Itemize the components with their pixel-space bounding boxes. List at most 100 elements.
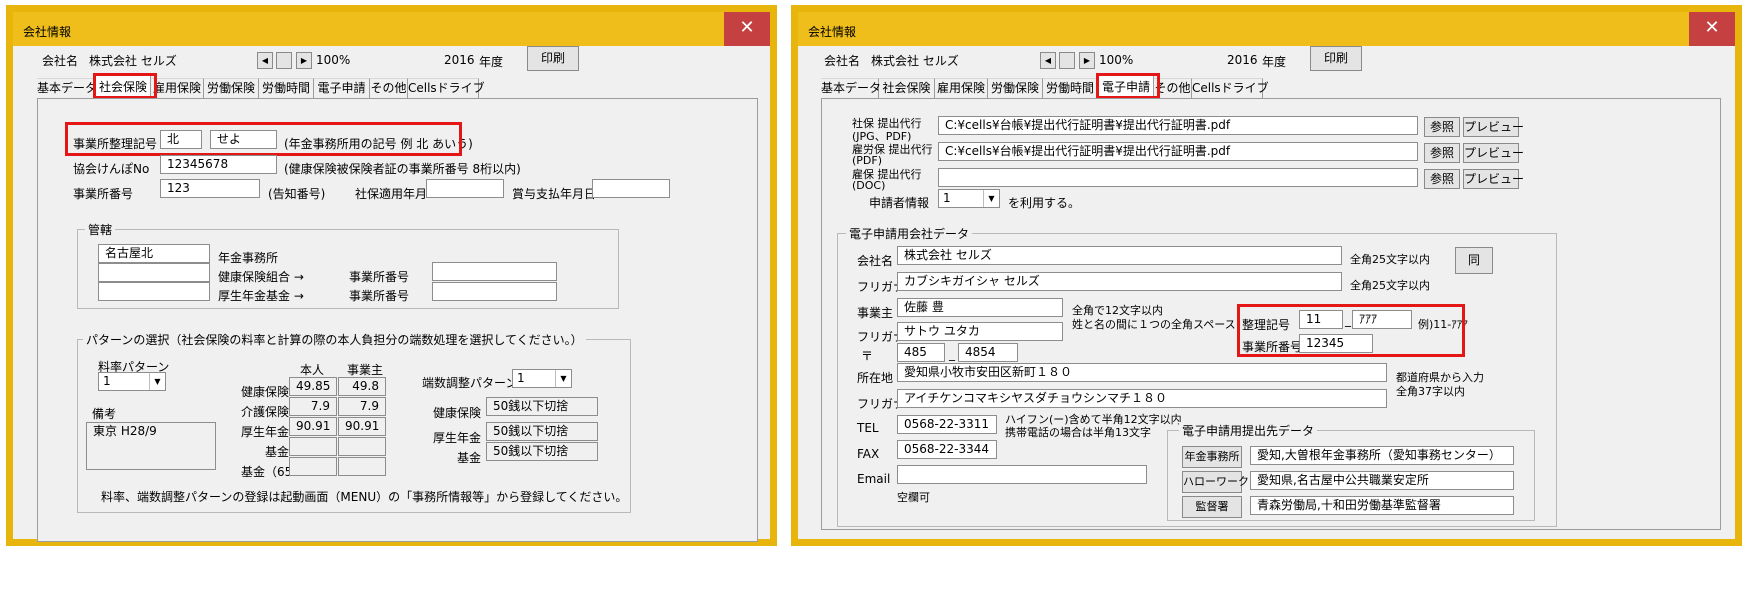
kyokai-field[interactable]: 12345678 [160,155,277,174]
rounding-value: 50銭以下切捨 [486,422,598,441]
zoom-right-arrow-icon[interactable]: ▶ [1079,52,1095,69]
office-code-field-1[interactable]: 北 [160,130,202,149]
company-label: 会社名 [824,54,861,68]
right-window: 会社情報 ✕ 会社名 株式会社 セルズ ◀ ▶ 100% 2016 年度 印刷 … [791,5,1742,546]
owner-field[interactable]: 佐藤 豊 [897,298,1063,317]
company-name: 株式会社 セルズ [89,54,177,68]
health-union-field[interactable] [98,263,210,282]
preview-button[interactable]: プレビュー [1463,169,1524,189]
pension-office-button[interactable]: 年金事務所 [1182,446,1242,468]
preview-button[interactable]: プレビュー [1463,143,1524,163]
tab-employment-insurance[interactable]: 雇用保険 [935,78,988,98]
egov-kana-field[interactable]: カブシキガイシャ セルズ [897,272,1342,291]
pension-fund-label: 厚生年金基金 → [218,289,304,303]
pension-fund-field[interactable] [98,282,210,301]
tel-field[interactable]: 0568-22-3311 [897,415,997,434]
zoom-left-arrow-icon[interactable]: ◀ [257,52,273,69]
email-field[interactable] [897,465,1147,484]
window-title: 会社情報 [23,25,72,39]
tab-social-insurance[interactable]: 社会保険 [95,75,151,99]
same-button[interactable]: 同 [1455,247,1493,274]
chevron-down-icon[interactable]: ▼ [555,370,571,387]
rate-owner-cell [338,457,386,476]
tab-labor-insurance[interactable]: 労働保険 [204,78,259,98]
tab-social-insurance[interactable]: 社会保険 [879,78,935,98]
labor-office-dest-field[interactable]: 青森労働局,十和田労働基準監督署 [1250,496,1514,515]
pension-office-field[interactable]: 名古屋北 [98,244,210,263]
preview-button[interactable]: プレビュー [1463,117,1524,137]
zip-field-2[interactable]: 4854 [958,343,1018,362]
tab-labor-insurance[interactable]: 労働保険 [988,78,1043,98]
address-field[interactable]: 愛知県小牧市安田区新町１８０ [897,363,1387,382]
rounding-row-label: 基金 [457,451,482,465]
owner-kana-field[interactable]: サトウ ユタカ [897,322,1063,341]
rate-row-label: 基金（65 [241,465,293,479]
tab-cells-drive[interactable]: Cellsドライブ [408,78,485,98]
remarks-field[interactable]: 東京 H28/9 [86,422,216,470]
rate-row-label: 基金 [265,445,290,459]
hello-work-dest-field[interactable]: 愛知県,名古屋中公共職業安定所 [1250,471,1514,490]
tab-basic[interactable]: 基本データ [821,78,881,98]
office-number-label: 事業所番号 [73,187,134,201]
bonus-date-label: 賞与支払年月日 [512,187,597,201]
pension-fund-no-field[interactable] [432,282,557,301]
file-path-input[interactable] [938,168,1418,187]
zoom-right-arrow-icon[interactable]: ▶ [296,52,312,69]
tab-working-hours[interactable]: 労働時間 [1043,78,1098,98]
zip-field-1[interactable]: 485 [897,343,945,362]
egov-name-field[interactable]: 株式会社 セルズ [897,246,1342,265]
fiscal-year-label: 年度 [1262,55,1287,69]
browse-button[interactable]: 参照 [1424,169,1460,189]
seiri-example: 例)11-ｱｱｱ [1418,318,1468,331]
seiri-field-1[interactable]: 11 [1299,310,1343,329]
close-icon[interactable]: ✕ [724,12,770,46]
tab-working-hours[interactable]: 労働時間 [259,78,314,98]
health-union-no-field[interactable] [432,262,557,281]
tab-cells-drive[interactable]: Cellsドライブ [1192,78,1269,98]
chevron-down-icon[interactable]: ▼ [149,373,165,390]
right-titlebar[interactable]: 会社情報 ✕ [798,12,1735,46]
pattern-footer-note: 料率、端数調整パターンの登録は起動画面（MENU）の「事務所情報等」から登録して… [101,490,628,504]
tab-e-application[interactable]: 電子申請 [314,78,370,98]
right-tab-strip: 基本データ 社会保険 雇用保険 労働保険 労働時間 電子申請 その他 Cells… [821,75,1271,99]
zoom-left-arrow-icon[interactable]: ◀ [1040,52,1056,69]
fax-field[interactable]: 0568-22-3344 [897,440,997,459]
file-path-input[interactable]: C:¥cells¥台帳¥提出代行証明書¥提出代行証明書.pdf [938,116,1418,135]
tab-other[interactable]: その他 [1154,78,1192,98]
rate-self-cell [289,437,337,456]
labor-office-button[interactable]: 監督署 [1182,496,1242,518]
applicant-value: 1 [943,191,951,205]
file-path-input[interactable]: C:¥cells¥台帳¥提出代行証明書¥提出代行証明書.pdf [938,142,1418,161]
address-kana-field[interactable]: アイチケンコマキシヤスダチョウシンマチ１８０ [897,389,1387,408]
hello-work-button[interactable]: ハローワーク [1182,471,1249,493]
office-number-field[interactable]: 123 [160,179,260,198]
seiri-field-2[interactable]: ｱｱｱ [1352,310,1412,329]
browse-button[interactable]: 参照 [1424,117,1460,137]
zoom-thumb[interactable] [1059,52,1075,69]
seiri-label: 整理記号 [1242,318,1291,332]
browse-button[interactable]: 参照 [1424,143,1460,163]
print-button[interactable]: 印刷 [527,46,579,71]
left-titlebar[interactable]: 会社情報 ✕ [13,12,770,46]
pension-office-dest-field[interactable]: 愛知,大曽根年金事務所（愛知事務センター） [1250,446,1514,465]
seiri-office-no-field[interactable]: 12345 [1299,334,1373,353]
close-icon[interactable]: ✕ [1689,12,1735,46]
rate-self-cell: 7.9 [289,397,337,416]
rate-pattern-value: 1 [103,374,111,388]
apply-month-field[interactable] [426,179,504,198]
tab-e-application[interactable]: 電子申請 [1098,75,1154,99]
office-code-field-2[interactable]: せよ [210,130,277,149]
bonus-date-field[interactable] [592,179,670,198]
email-label: Email [857,472,891,486]
tab-other[interactable]: その他 [370,78,408,98]
rate-row-label: 介護保険 [241,405,290,419]
chevron-down-icon[interactable]: ▼ [983,190,999,207]
tab-employment-insurance[interactable]: 雇用保険 [151,78,204,98]
rounding-pattern-select[interactable]: 1 ▼ [512,369,572,388]
applicant-select[interactable]: 1 ▼ [938,189,1000,208]
rate-pattern-select[interactable]: 1 ▼ [98,372,166,391]
print-button[interactable]: 印刷 [1310,46,1362,71]
rate-owner-cell: 49.8 [338,377,386,396]
zoom-thumb[interactable] [276,52,292,69]
tab-basic[interactable]: 基本データ [37,78,97,98]
